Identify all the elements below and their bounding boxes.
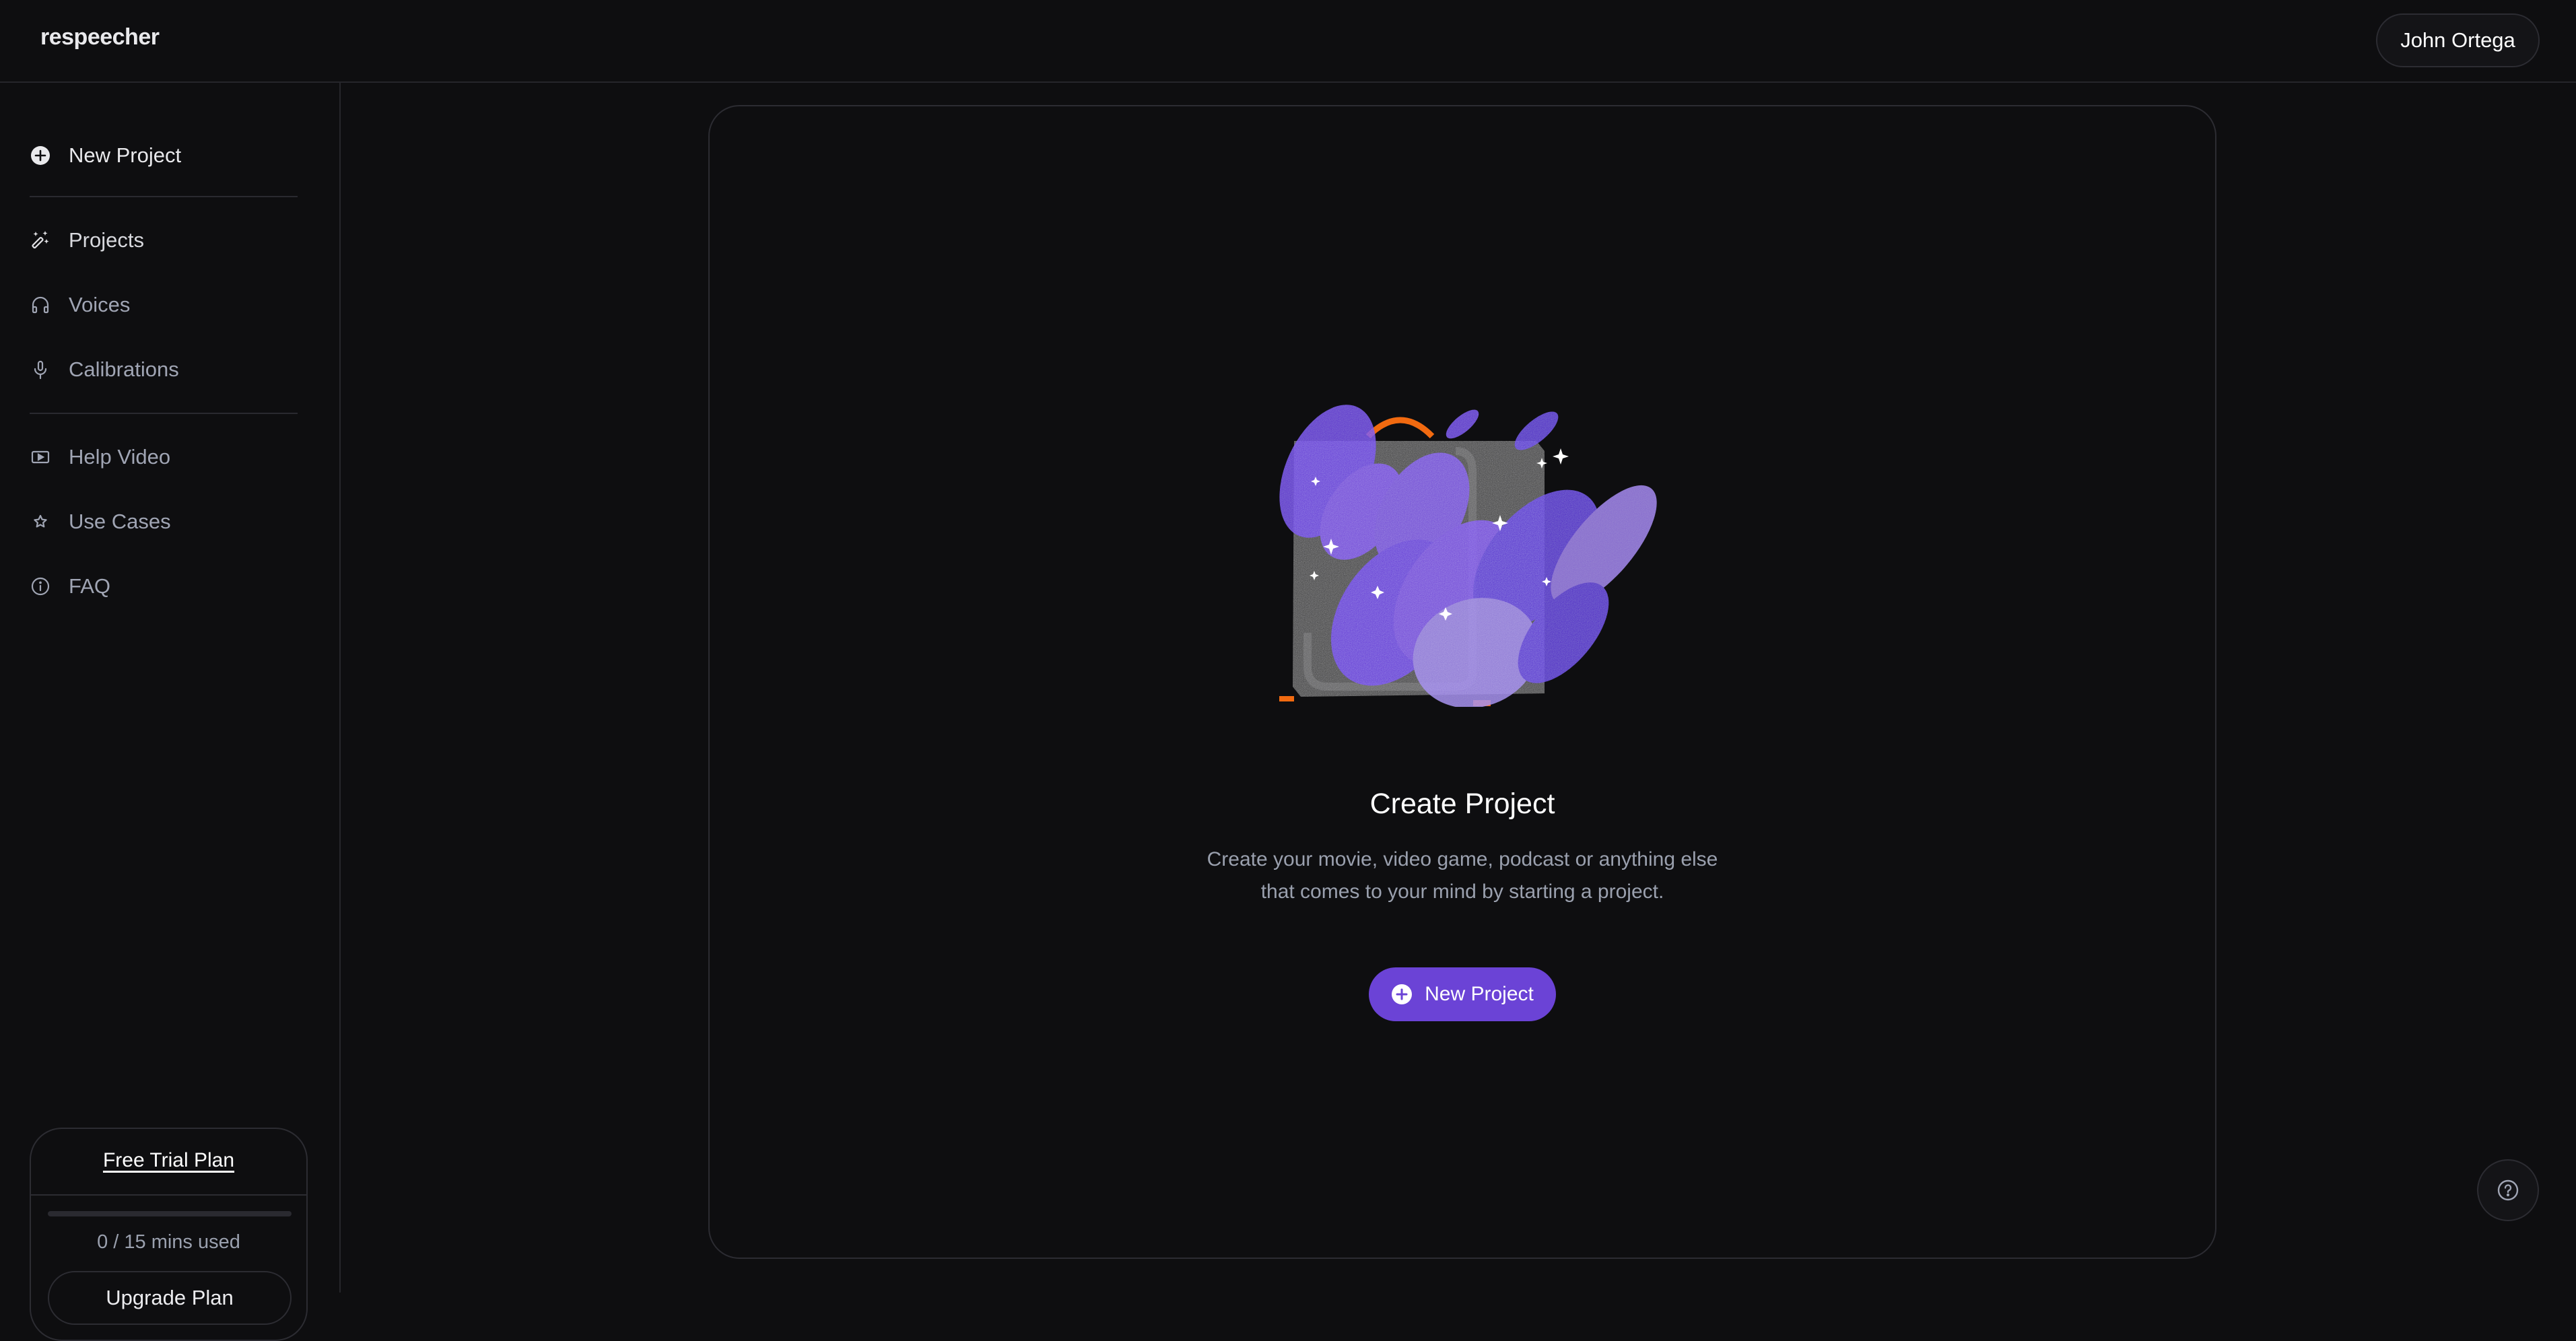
- sidebar-item-help-video[interactable]: Help Video: [30, 437, 299, 477]
- card-description-line: Create your movie, video game, podcast o…: [1207, 848, 1718, 870]
- new-project-button-label: New Project: [1425, 983, 1534, 1005]
- card-title: Create Project: [1369, 788, 1555, 820]
- info-icon: [30, 576, 51, 597]
- help-button[interactable]: [2477, 1159, 2539, 1221]
- usage-progress-bar: [48, 1211, 292, 1216]
- sidebar: New Project Projects Voices Calibrations…: [0, 83, 341, 1341]
- sidebar-divider: [30, 196, 298, 197]
- sidebar-new-project-button[interactable]: New Project: [30, 135, 299, 176]
- plan-divider: [31, 1194, 306, 1196]
- plus-circle-icon: [30, 145, 51, 166]
- play-video-icon: [30, 446, 51, 468]
- sidebar-item-projects[interactable]: Projects: [30, 220, 299, 261]
- sidebar-item-label: FAQ: [69, 574, 111, 598]
- sidebar-item-calibrations[interactable]: Calibrations: [30, 349, 299, 390]
- sidebar-item-label: Projects: [69, 228, 144, 252]
- card-description-line: that comes to your mind by starting a pr…: [1260, 881, 1664, 903]
- plus-circle-icon: [1391, 984, 1413, 1005]
- headphones-icon: [30, 294, 51, 316]
- app-logo[interactable]: respeecher: [40, 24, 160, 50]
- usage-text: 0 / 15 mins used: [97, 1231, 240, 1253]
- sidebar-item-label: Help Video: [69, 445, 171, 469]
- star-icon: [30, 511, 51, 532]
- question-circle-icon: [2497, 1179, 2519, 1202]
- upgrade-plan-button[interactable]: Upgrade Plan: [48, 1271, 292, 1325]
- new-project-button[interactable]: New Project: [1369, 967, 1556, 1021]
- plan-title-link[interactable]: Free Trial Plan: [31, 1149, 306, 1172]
- suitcase-illustration: [1254, 390, 1671, 708]
- sidebar-item-label: Voices: [69, 293, 131, 316]
- top-bar: respeecher John Ortega: [0, 0, 2576, 83]
- sidebar-divider: [30, 413, 298, 414]
- sidebar-item-label: Calibrations: [69, 357, 179, 381]
- sidebar-item-voices[interactable]: Voices: [30, 285, 299, 325]
- magic-wand-icon: [30, 230, 51, 251]
- microphone-icon: [30, 359, 51, 380]
- sidebar-item-faq[interactable]: FAQ: [30, 566, 299, 607]
- sidebar-item-label: Use Cases: [69, 510, 171, 533]
- user-menu-button[interactable]: John Ortega: [2376, 13, 2540, 67]
- sidebar-new-project-label: New Project: [69, 143, 182, 167]
- card-description: Create your movie, video game, podcast o…: [708, 844, 2216, 908]
- plan-card: Free Trial Plan 0 / 15 mins used Upgrade…: [30, 1128, 308, 1341]
- sidebar-item-use-cases[interactable]: Use Cases: [30, 502, 299, 542]
